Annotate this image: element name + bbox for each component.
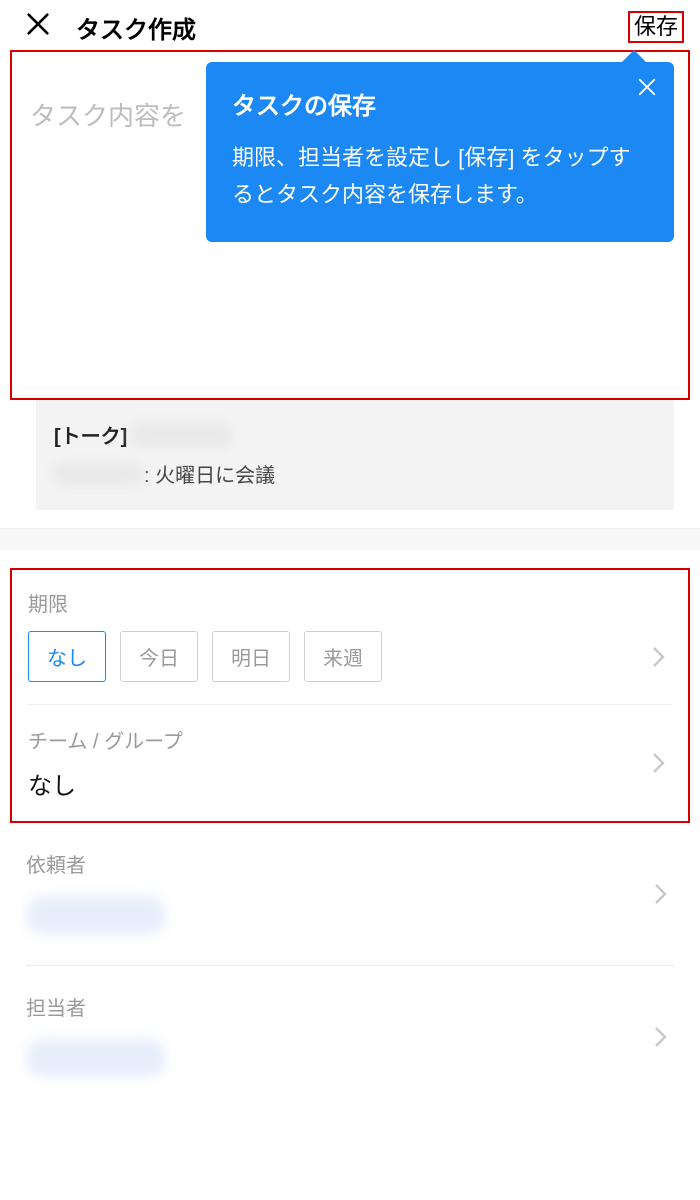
close-icon[interactable] bbox=[636, 76, 658, 102]
tooltip-title: タスクの保存 bbox=[232, 86, 648, 121]
redacted-user-chip bbox=[26, 1039, 166, 1077]
section-divider bbox=[0, 528, 700, 550]
tooltip-body: 期限、担当者を設定し [保存] をタップするとタスク内容を保存します。 bbox=[232, 139, 648, 214]
chevron-right-icon[interactable] bbox=[654, 882, 668, 906]
save-tooltip: タスクの保存 期限、担当者を設定し [保存] をタップするとタスク内容を保存しま… bbox=[206, 62, 674, 242]
deadline-option-none[interactable]: なし bbox=[28, 631, 106, 682]
requester-row[interactable]: 依頼者 bbox=[26, 823, 674, 966]
task-input-placeholder: タスク内容を bbox=[30, 101, 186, 131]
page-title: タスク作成 bbox=[76, 10, 628, 45]
team-row[interactable]: チーム / グループ なし bbox=[28, 705, 672, 821]
chevron-right-icon[interactable] bbox=[652, 751, 666, 775]
deadline-team-section: 期限 なし 今日 明日 来週 チーム / グループ なし bbox=[10, 568, 690, 823]
chevron-right-icon[interactable] bbox=[652, 645, 666, 669]
assignee-label: 担当者 bbox=[26, 992, 654, 1021]
team-value: なし bbox=[28, 766, 652, 801]
talk-reference: [トーク] : 火曜日に会議 bbox=[36, 400, 674, 510]
talk-message: : 火曜日に会議 bbox=[144, 459, 275, 488]
header: タスク作成 保存 bbox=[0, 0, 700, 50]
requester-label: 依頼者 bbox=[26, 849, 654, 878]
deadline-option-tomorrow[interactable]: 明日 bbox=[212, 631, 290, 682]
team-label: チーム / グループ bbox=[28, 725, 652, 754]
redacted-name bbox=[131, 423, 231, 447]
deadline-label: 期限 bbox=[28, 588, 672, 617]
save-button[interactable]: 保存 bbox=[628, 11, 684, 44]
redacted-user-chip bbox=[26, 896, 166, 934]
talk-prefix: [トーク] bbox=[54, 420, 127, 449]
deadline-row[interactable]: なし 今日 明日 来週 bbox=[28, 631, 672, 705]
close-icon[interactable] bbox=[24, 10, 52, 44]
chevron-right-icon[interactable] bbox=[654, 1025, 668, 1049]
redacted-name bbox=[54, 463, 142, 485]
deadline-option-today[interactable]: 今日 bbox=[120, 631, 198, 682]
assignee-row[interactable]: 担当者 bbox=[26, 966, 674, 1108]
deadline-option-nextweek[interactable]: 来週 bbox=[304, 631, 382, 682]
